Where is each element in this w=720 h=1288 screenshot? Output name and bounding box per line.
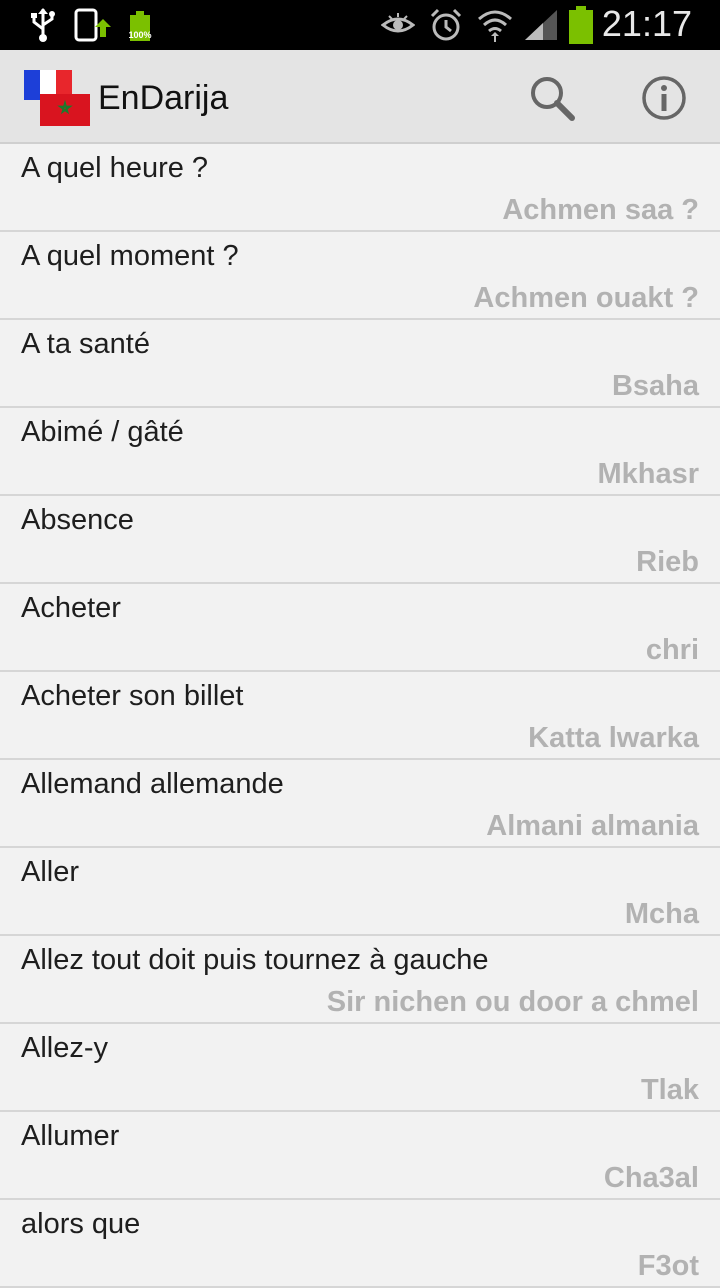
- info-button[interactable]: [638, 72, 690, 124]
- status-clock: 21:17: [601, 3, 692, 44]
- darija-translation: Mcha: [624, 898, 699, 930]
- darija-translation: Cha3al: [603, 1162, 699, 1194]
- status-bar: 100% 21:17: [0, 0, 720, 50]
- french-phrase: Allez tout doit puis tournez à gauche: [21, 944, 489, 976]
- french-phrase: Allez-y: [21, 1032, 109, 1064]
- darija-translation: Rieb: [636, 546, 699, 578]
- french-phrase: Abimé / gâté: [21, 416, 184, 448]
- darija-translation: Bsaha: [611, 370, 699, 402]
- wifi-icon: [476, 0, 514, 50]
- search-button[interactable]: [526, 72, 578, 124]
- french-phrase: Absence: [21, 504, 134, 536]
- battery-icon: [566, 0, 596, 50]
- list-item[interactable]: alors que F3ot: [0, 1200, 720, 1288]
- info-icon: [642, 76, 686, 120]
- darija-translation: Katta lwarka: [528, 722, 699, 754]
- eye-icon: [380, 0, 416, 50]
- darija-translation: Mkhasr: [597, 458, 699, 490]
- darija-translation: Achmen ouakt ?: [473, 282, 699, 314]
- search-icon: [531, 77, 575, 121]
- darija-translation: Almani almania: [486, 810, 699, 842]
- french-phrase: alors que: [21, 1208, 141, 1240]
- list-item[interactable]: Allumer Cha3al: [0, 1112, 720, 1200]
- phrase-list: A quel heure ? Achmen saa ? A quel moment…: [0, 144, 720, 1288]
- battery-percent-label: 100%: [128, 29, 152, 40]
- french-phrase: Allemand allemande: [21, 768, 284, 800]
- french-phrase: Allumer: [21, 1120, 120, 1152]
- list-item[interactable]: Allez-y Tlak: [0, 1024, 720, 1112]
- darija-translation: Tlak: [640, 1074, 699, 1106]
- french-phrase: A quel heure ?: [21, 152, 209, 184]
- list-item[interactable]: Aller Mcha: [0, 848, 720, 936]
- alarm-icon: [428, 0, 464, 50]
- list-item[interactable]: A ta santé Bsaha: [0, 320, 720, 408]
- battery-full-small-icon: 100%: [124, 0, 156, 50]
- french-phrase: A ta santé: [21, 328, 150, 360]
- french-phrase: Acheter son billet: [21, 680, 244, 712]
- list-item[interactable]: Allez tout doit puis tournez à gauche Sir…: [0, 936, 720, 1024]
- signal-icon: [522, 0, 560, 50]
- list-item[interactable]: Allemand allemande Almani almania: [0, 760, 720, 848]
- darija-translation: Sir nichen ou door a chmel: [326, 986, 699, 1018]
- list-item[interactable]: A quel moment ? Achmen ouakt ?: [0, 232, 720, 320]
- usb-icon: [28, 0, 58, 50]
- screenshot-upload-icon: [72, 0, 112, 50]
- darija-translation: chri: [645, 634, 699, 666]
- darija-translation: Achmen saa ?: [502, 194, 699, 226]
- list-item[interactable]: Absence Rieb: [0, 496, 720, 584]
- action-bar: EnDarija: [0, 50, 720, 144]
- list-item[interactable]: Acheter chri: [0, 584, 720, 672]
- app-title: EnDarija: [98, 79, 229, 117]
- list-item[interactable]: Abimé / gâté Mkhasr: [0, 408, 720, 496]
- french-phrase: Aller: [21, 856, 80, 888]
- darija-translation: F3ot: [637, 1250, 699, 1282]
- french-phrase: A quel moment ?: [21, 240, 239, 272]
- app-logo-flags-icon[interactable]: [24, 70, 90, 126]
- list-item[interactable]: A quel heure ? Achmen saa ?: [0, 144, 720, 232]
- list-item[interactable]: Acheter son billet Katta lwarka: [0, 672, 720, 760]
- french-phrase: Acheter: [21, 592, 121, 624]
